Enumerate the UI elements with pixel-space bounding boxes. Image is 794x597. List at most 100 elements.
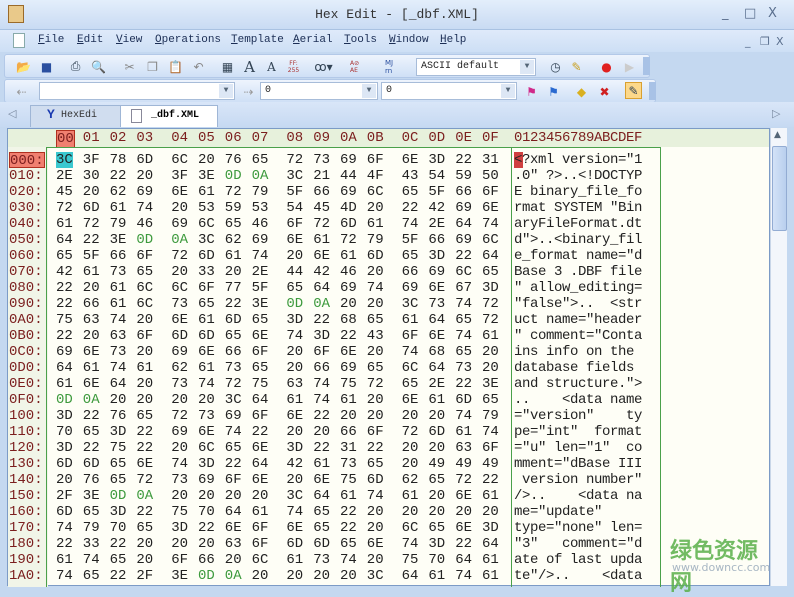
hex-byte[interactable]: 69 bbox=[340, 184, 357, 200]
hex-byte[interactable]: 6E bbox=[198, 424, 215, 440]
hex-byte[interactable]: 6D bbox=[367, 472, 384, 488]
ascii-text[interactable]: .. <data name bbox=[514, 392, 642, 408]
hex-byte[interactable]: 22 bbox=[225, 296, 242, 312]
hex-byte[interactable]: 2E bbox=[428, 216, 445, 232]
hex-byte[interactable]: 20 bbox=[340, 568, 357, 584]
hex-byte[interactable]: 3D bbox=[482, 520, 499, 536]
hex-byte[interactable]: 65 bbox=[482, 264, 499, 280]
hex-byte[interactable]: 3E bbox=[482, 376, 499, 392]
hex-byte[interactable]: 42 bbox=[286, 456, 303, 472]
hex-byte[interactable]: 69 bbox=[56, 344, 73, 360]
hex-byte[interactable]: 20 bbox=[313, 568, 330, 584]
hex-byte[interactable]: 22 bbox=[455, 152, 472, 168]
tab-scroll-right-icon[interactable]: ▷ bbox=[772, 107, 780, 120]
hex-byte[interactable]: 20 bbox=[286, 424, 303, 440]
hex-byte[interactable]: 22 bbox=[402, 200, 419, 216]
hex-byte[interactable]: 72 bbox=[83, 216, 100, 232]
hex-byte[interactable]: 3D bbox=[313, 328, 330, 344]
hex-byte[interactable]: 65 bbox=[198, 296, 215, 312]
hex-byte[interactable]: 20 bbox=[340, 296, 357, 312]
hex-byte[interactable]: 6E bbox=[171, 184, 188, 200]
hex-byte[interactable]: 61 bbox=[340, 392, 357, 408]
hex-byte[interactable]: 65 bbox=[225, 216, 242, 232]
hex-byte[interactable]: 66 bbox=[313, 360, 330, 376]
hex-byte[interactable]: 72 bbox=[402, 424, 419, 440]
mdi-close-button[interactable]: X bbox=[776, 35, 784, 48]
hex-byte[interactable]: 6C bbox=[198, 440, 215, 456]
hex-byte[interactable]: 70 bbox=[428, 552, 445, 568]
hex-byte[interactable]: 72 bbox=[313, 216, 330, 232]
hex-byte[interactable]: 22 bbox=[198, 520, 215, 536]
hex-byte[interactable]: 73 bbox=[225, 360, 242, 376]
charset-select[interactable]: ASCII default ▼ bbox=[416, 58, 536, 76]
hex-byte[interactable]: 79 bbox=[367, 232, 384, 248]
menu-aerial[interactable]: Aerial bbox=[293, 34, 333, 46]
ascii-text[interactable]: E binary_file_fo bbox=[514, 184, 642, 200]
hex-byte[interactable]: 64 bbox=[313, 488, 330, 504]
hex-byte[interactable]: 69 bbox=[171, 344, 188, 360]
hex-byte[interactable]: 3C bbox=[402, 296, 419, 312]
hex-byte[interactable]: 5F bbox=[286, 184, 303, 200]
hex-byte[interactable]: 22 bbox=[136, 504, 153, 520]
hex-byte[interactable]: 6E bbox=[455, 488, 472, 504]
hex-byte[interactable]: 49 bbox=[455, 456, 472, 472]
hex-byte[interactable]: 22 bbox=[252, 424, 269, 440]
hex-byte[interactable]: 6E bbox=[482, 200, 499, 216]
ascii-text[interactable]: />.. <data na bbox=[514, 488, 642, 504]
hex-byte[interactable]: 46 bbox=[340, 264, 357, 280]
hex-byte[interactable]: 22 bbox=[455, 248, 472, 264]
ae-convert-icon[interactable]: A⊘ AE bbox=[350, 58, 367, 75]
hex-byte[interactable]: 74 bbox=[340, 552, 357, 568]
hex-byte[interactable]: 6F bbox=[252, 520, 269, 536]
hex-byte[interactable]: 50 bbox=[482, 168, 499, 184]
ascii-text[interactable]: " allow_editing= bbox=[514, 280, 642, 296]
hex-byte[interactable]: 2E bbox=[252, 264, 269, 280]
hex-byte[interactable]: 20 bbox=[367, 520, 384, 536]
ascii-text[interactable]: aryFileFormat.dt bbox=[514, 216, 642, 232]
hex-byte[interactable]: 65 bbox=[252, 152, 269, 168]
hex-byte[interactable]: 2F bbox=[136, 568, 153, 584]
hex-byte[interactable]: 0A bbox=[313, 296, 330, 312]
hex-byte[interactable]: 64 bbox=[110, 376, 127, 392]
hex-byte[interactable]: 20 bbox=[198, 392, 215, 408]
hex-byte[interactable]: 2E bbox=[56, 168, 73, 184]
hex-byte[interactable]: 20 bbox=[252, 568, 269, 584]
hex-byte[interactable]: 3D bbox=[198, 456, 215, 472]
hex-byte[interactable]: 65 bbox=[286, 280, 303, 296]
hex-byte[interactable]: 6D bbox=[56, 504, 73, 520]
hex-byte[interactable]: 20 bbox=[367, 552, 384, 568]
hex-byte[interactable]: 61 bbox=[313, 232, 330, 248]
hex-byte[interactable]: 6D bbox=[340, 216, 357, 232]
hex-byte[interactable]: 20 bbox=[225, 264, 242, 280]
hex-byte[interactable]: 22 bbox=[455, 376, 472, 392]
hex-byte[interactable]: 75 bbox=[340, 472, 357, 488]
hex-byte[interactable]: 21 bbox=[313, 168, 330, 184]
hex-byte[interactable]: 3D bbox=[428, 152, 445, 168]
hex-byte[interactable]: 73 bbox=[171, 472, 188, 488]
hex-byte[interactable]: 75 bbox=[340, 376, 357, 392]
hex-byte[interactable]: 69 bbox=[171, 424, 188, 440]
hex-byte[interactable]: 61 bbox=[482, 552, 499, 568]
hex-byte[interactable]: 79 bbox=[252, 184, 269, 200]
hex-byte[interactable]: 6D bbox=[136, 152, 153, 168]
hex-byte[interactable]: 20 bbox=[171, 536, 188, 552]
hex-byte[interactable]: 61 bbox=[56, 552, 73, 568]
hex-byte[interactable]: 22 bbox=[136, 424, 153, 440]
hex-byte[interactable]: 49 bbox=[428, 456, 445, 472]
open-icon[interactable]: 📂 bbox=[15, 58, 32, 75]
hex-byte[interactable]: 61 bbox=[110, 200, 127, 216]
hex-byte[interactable]: 69 bbox=[340, 152, 357, 168]
hex-byte[interactable]: 61 bbox=[428, 568, 445, 584]
hex-byte[interactable]: 6C bbox=[455, 264, 472, 280]
hex-byte[interactable]: 6E bbox=[313, 472, 330, 488]
hex-byte[interactable]: 3F bbox=[83, 152, 100, 168]
hex-byte[interactable]: 20 bbox=[367, 392, 384, 408]
hex-byte[interactable]: 20 bbox=[136, 376, 153, 392]
hex-byte[interactable]: 6D bbox=[286, 536, 303, 552]
hex-byte[interactable]: 20 bbox=[313, 424, 330, 440]
hex-byte[interactable]: 61 bbox=[482, 328, 499, 344]
hex-byte[interactable]: 20 bbox=[428, 488, 445, 504]
hex-byte[interactable]: 31 bbox=[340, 440, 357, 456]
hex-byte[interactable]: 6D bbox=[171, 328, 188, 344]
clock-icon[interactable]: ◷ bbox=[547, 58, 564, 75]
